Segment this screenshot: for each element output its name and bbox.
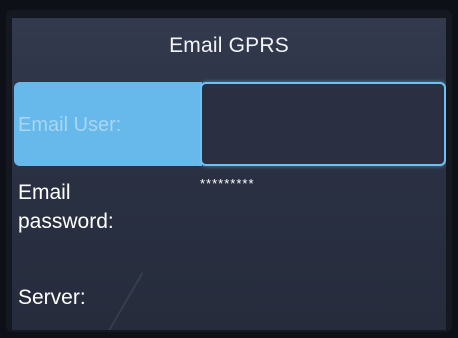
- email-password-input[interactable]: *********: [200, 176, 255, 191]
- screen-glare: [106, 272, 144, 330]
- device-screen: Email GPRS Email User: Email password: *…: [12, 18, 446, 330]
- email-user-selection-highlight: Email User:: [14, 82, 202, 166]
- email-user-row[interactable]: Email User:: [14, 82, 446, 166]
- email-password-label: Email password:: [18, 178, 114, 236]
- screen-title: Email GPRS: [169, 34, 289, 57]
- email-user-label: Email User:: [18, 114, 122, 136]
- email-password-label-line1: Email: [18, 181, 71, 204]
- email-user-input[interactable]: [200, 82, 446, 166]
- email-password-label-line2: password:: [18, 210, 114, 233]
- server-label: Server:: [18, 286, 86, 309]
- device-photo: Email GPRS Email User: Email password: *…: [0, 0, 458, 338]
